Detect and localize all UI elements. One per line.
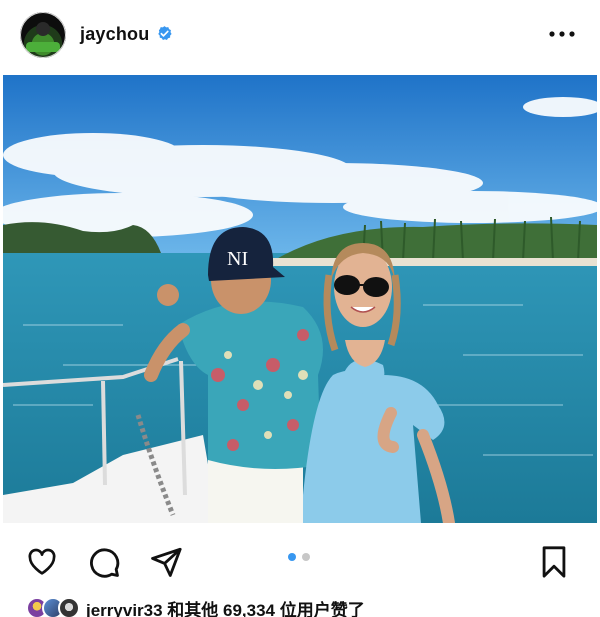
carousel-dot[interactable] <box>302 553 310 561</box>
more-options-icon[interactable] <box>548 22 576 46</box>
post-actions <box>0 540 600 586</box>
likes-count-text[interactable]: jerryvir33 和其他 69,334 位用户赞了 <box>86 596 365 617</box>
heart-icon <box>28 548 56 575</box>
liker-avatar <box>58 597 80 617</box>
save-button[interactable] <box>534 542 574 582</box>
like-button[interactable] <box>22 542 62 582</box>
username[interactable]: jaychou <box>80 24 149 45</box>
comment-button[interactable] <box>84 542 124 582</box>
paper-plane-icon <box>151 547 182 577</box>
avatar-ring <box>20 12 66 58</box>
share-button[interactable] <box>146 542 186 582</box>
carousel-dot-active[interactable] <box>288 553 296 561</box>
comment-icon <box>90 548 120 578</box>
post-header: jaychou <box>0 0 600 74</box>
carousel-indicator <box>288 553 310 561</box>
svg-text:NI: NI <box>227 248 248 270</box>
verified-badge-icon <box>158 26 172 41</box>
post-photo[interactable]: NI <box>3 75 597 523</box>
post-photo-illustration: NI <box>3 75 597 523</box>
avatar[interactable] <box>20 12 66 58</box>
likes-row[interactable]: jerryvir33 和其他 69,334 位用户赞了 <box>26 597 365 617</box>
bookmark-icon <box>542 546 566 578</box>
